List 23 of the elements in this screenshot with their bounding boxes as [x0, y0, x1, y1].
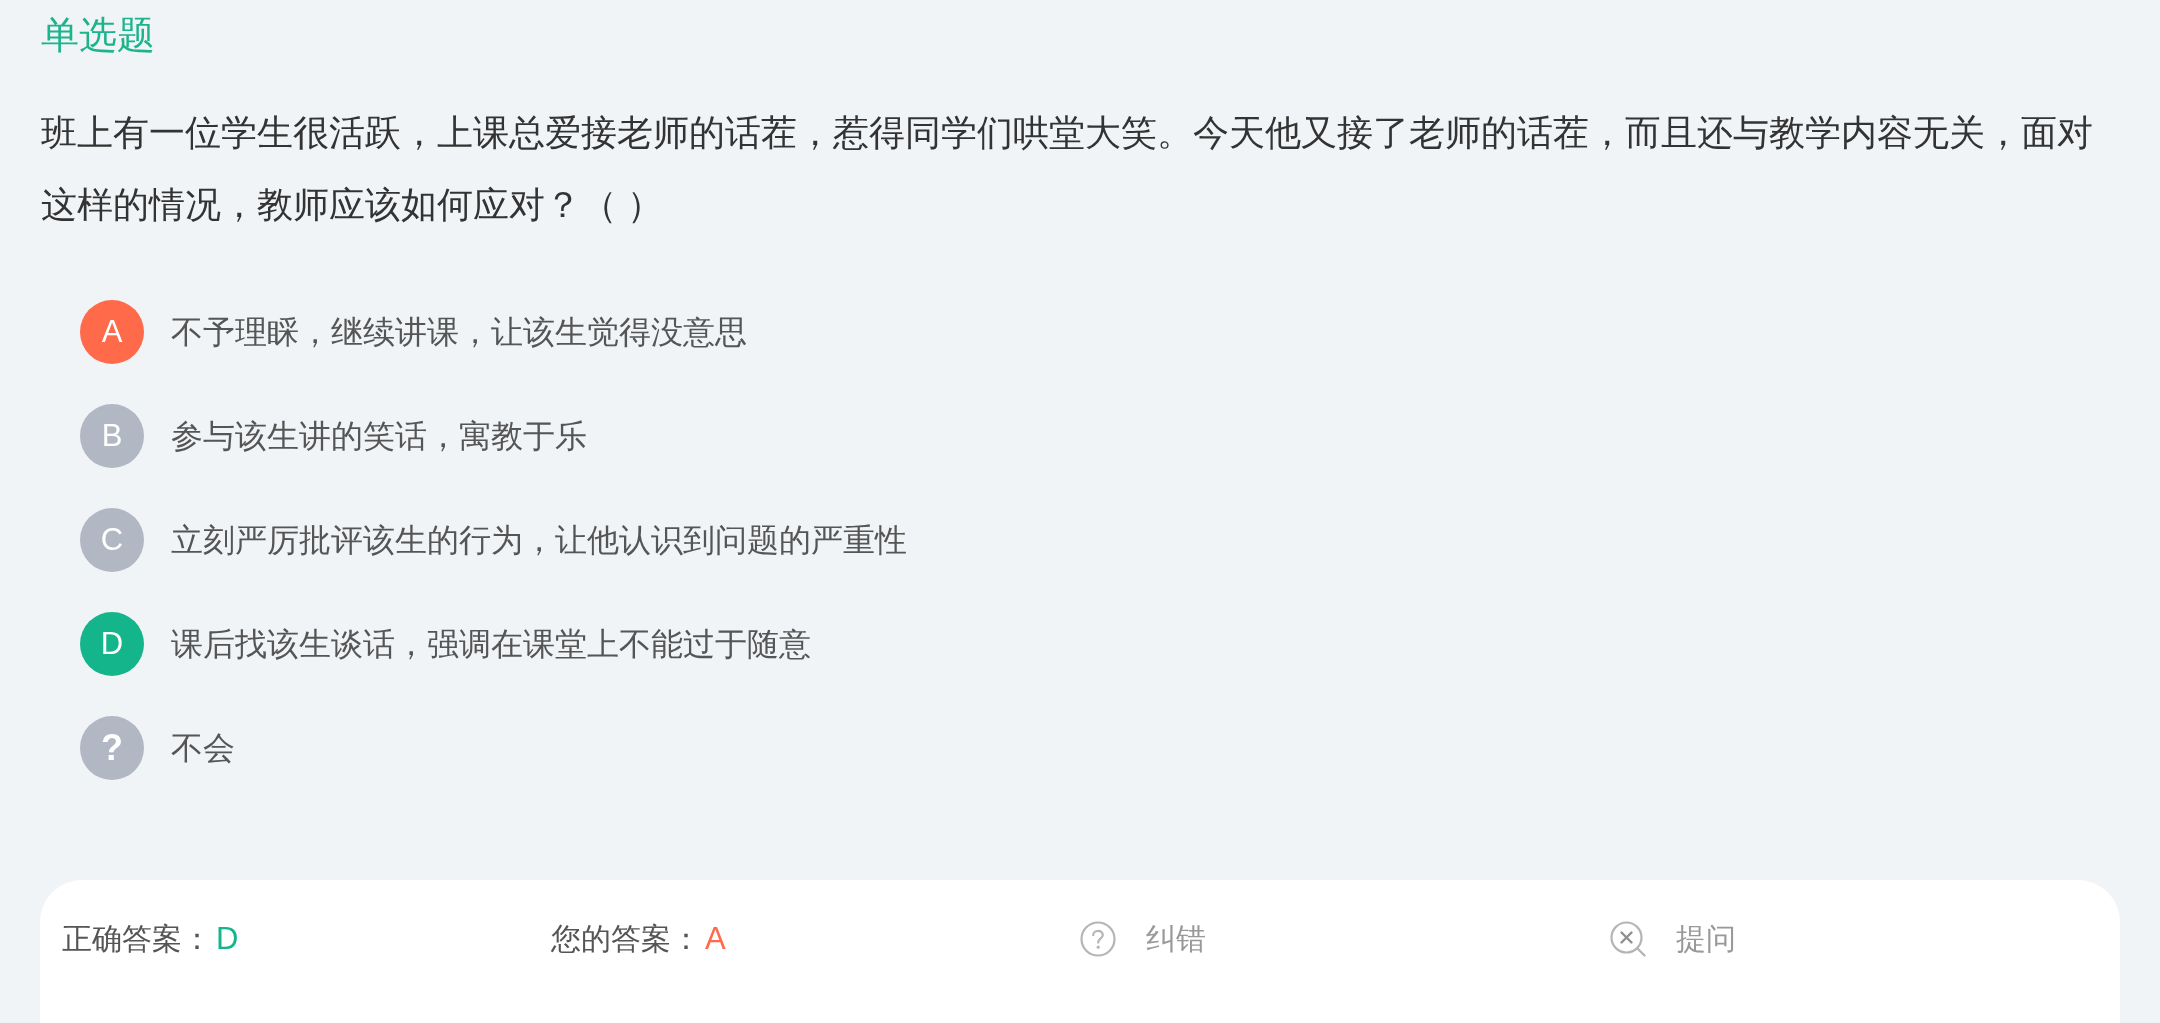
option-text: 课后找该生谈话，强调在课堂上不能过于随意 [171, 625, 811, 664]
answer-option[interactable]: A 不予理睬，继续讲课，让该生觉得没意思 [80, 300, 747, 364]
answer-option[interactable]: D 课后找该生谈话，强调在课堂上不能过于随意 [80, 612, 811, 676]
option-text: 立刻严厉批评该生的行为，让他认识到问题的严重性 [171, 521, 907, 560]
option-text: 参与该生讲的笑话，寓教于乐 [171, 417, 587, 456]
answer-option[interactable]: ? 不会 [80, 716, 235, 780]
option-text: 不会 [171, 729, 235, 768]
option-letter: D [80, 612, 144, 676]
answer-option[interactable]: B 参与该生讲的笑话，寓教于乐 [80, 404, 587, 468]
question-type-label: 单选题 [41, 13, 155, 58]
answer-label: 您的答案： [551, 921, 701, 957]
option-letter: ? [80, 716, 144, 780]
help-icon [1080, 921, 1116, 957]
option-letter: A [80, 300, 144, 364]
correct-answer-value: D [216, 920, 239, 958]
option-text: 不予理睬，继续讲课，让该生觉得没意思 [171, 313, 747, 352]
option-letter: B [80, 404, 144, 468]
option-letter: C [80, 508, 144, 572]
question-text: 班上有一位学生很活跃，上课总爱接老师的话茬，惹得同学们哄堂大笑。今天他又接了老师的话茬，而且还与教学内容无关，面对这样的情况，教师应该如何应对？（ ） [41, 111, 2094, 227]
answer-label: 正确答案： [62, 921, 212, 957]
your-answer-value: A [705, 920, 726, 958]
magnifier-x-icon [1610, 921, 1646, 957]
answer-option[interactable]: C 立刻严厉批评该生的行为，让他认识到问题的严重性 [80, 508, 907, 572]
